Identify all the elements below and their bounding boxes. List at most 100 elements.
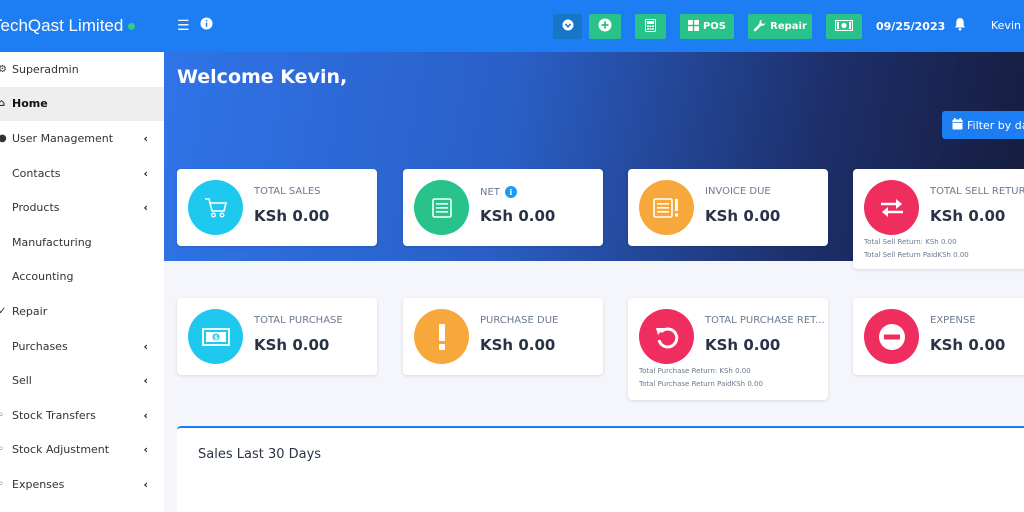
pos-label: POS xyxy=(702,21,727,32)
sidebar-item-superadmin[interactable]: ⚙ Superadmin xyxy=(0,52,164,87)
sidebar-item-expenses[interactable]: ◦ Expenses ‹ xyxy=(0,467,164,502)
card-label-text: TOTAL SELL RETURN xyxy=(930,186,1024,197)
card-label: TOTAL SALES xyxy=(254,186,321,197)
chevron-left-icon: ‹ xyxy=(143,201,148,215)
sidebar-item-label: User Management xyxy=(12,131,114,145)
card-label-text: TOTAL PURCHASE RET... xyxy=(705,315,825,326)
sales-chart-panel: Sales Last 30 Days xyxy=(177,426,1024,512)
wrench-icon: ✓ xyxy=(0,305,7,317)
sidebar-item-stock-adjustment[interactable]: ◦ Stock Adjustment ‹ xyxy=(0,433,164,468)
info-icon[interactable]: i xyxy=(504,186,517,198)
users-icon: ● xyxy=(0,132,7,144)
filter-label: Filter by dat xyxy=(967,118,1024,132)
sidebar-item-manufacturing[interactable]: Manufacturing xyxy=(0,225,164,260)
cash-icon: $ xyxy=(188,309,243,364)
home-icon: ⌂ xyxy=(0,98,6,110)
brand-title: TechQast Limited xyxy=(0,16,124,35)
undo-icon xyxy=(639,309,694,364)
card-label-text: TOTAL PURCHASE xyxy=(254,315,343,326)
sidebar-item-label: Stock Adjustment xyxy=(12,443,110,457)
calculator-icon xyxy=(645,18,656,35)
card-label-text: NET xyxy=(480,186,500,198)
bell-icon[interactable] xyxy=(954,17,966,36)
sidebar-item-home[interactable]: ⌂ Home xyxy=(0,86,164,122)
user-menu[interactable]: Kevin A xyxy=(991,19,1024,32)
card-value: KSh 0.00 xyxy=(480,336,556,354)
card-value: KSh 0.00 xyxy=(254,336,330,354)
card-subtext: Total Sell Return: KSh 0.00 xyxy=(864,238,957,246)
menu-toggle-icon[interactable]: ☰ xyxy=(177,17,190,35)
card-label-text: INVOICE DUE xyxy=(705,186,771,197)
card-value: KSh 0.00 xyxy=(705,207,781,225)
pos-button[interactable]: POS xyxy=(680,14,734,39)
stat-card-purchase-due: PURCHASE DUE KSh 0.00 xyxy=(403,298,603,375)
card-value: KSh 0.00 xyxy=(930,336,1006,354)
card-value: KSh 0.00 xyxy=(930,207,1006,225)
add-button[interactable] xyxy=(589,14,621,39)
sidebar-item-label: Contacts xyxy=(12,166,61,180)
grid-icon xyxy=(687,19,699,34)
filter-by-date-button[interactable]: Filter by dat xyxy=(942,111,1024,139)
card-value: KSh 0.00 xyxy=(254,207,330,225)
svg-text:$: $ xyxy=(213,333,218,341)
sidebar-item-repair[interactable]: ✓ Repair xyxy=(0,294,164,329)
wrench-icon xyxy=(753,19,766,35)
money-icon xyxy=(834,19,854,34)
card-label-text: EXPENSE xyxy=(930,315,976,326)
card-label: PURCHASE DUE xyxy=(480,315,558,326)
info-icon[interactable] xyxy=(200,17,213,35)
stat-card-total-purchase-return: TOTAL PURCHASE RET... KSh 0.00 Total Pur… xyxy=(628,298,828,400)
chevron-left-icon: ‹ xyxy=(143,339,148,353)
card-label: NET i xyxy=(480,186,517,198)
sidebar-item-purchases[interactable]: Purchases ‹ xyxy=(0,329,164,364)
sidebar-item-label: Accounting xyxy=(12,270,74,284)
card-label-text: PURCHASE DUE xyxy=(480,315,559,326)
exchange-icon xyxy=(864,180,919,235)
database-icon: ◦ xyxy=(0,444,4,456)
sidebar-item-label: Stock Transfers xyxy=(12,408,96,422)
chevron-left-icon: ‹ xyxy=(143,477,148,491)
sidebar-item-label: Repair xyxy=(12,304,48,318)
plus-circle-icon xyxy=(598,18,612,35)
list-icon xyxy=(414,180,469,235)
expenses-icon: ◦ xyxy=(0,478,4,490)
truck-icon: ◦ xyxy=(0,409,4,421)
card-subtext: Total Sell Return PaidKSh 0.00 xyxy=(864,251,969,259)
repair-label: Repair xyxy=(770,21,807,32)
stat-card-expense: EXPENSE KSh 0.00 xyxy=(853,298,1024,375)
sidebar-item-label: Manufacturing xyxy=(12,235,92,249)
sidebar-item-accounting[interactable]: Accounting xyxy=(0,260,164,295)
sidebar-item-stock-transfers[interactable]: ◦ Stock Transfers ‹ xyxy=(0,398,164,433)
sidebar-item-contacts[interactable]: Contacts ‹ xyxy=(0,156,164,191)
card-subtext: Total Purchase Return: KSh 0.00 xyxy=(639,367,751,375)
chevron-left-icon: ‹ xyxy=(143,166,148,180)
sidebar-item-user-management[interactable]: ● User Management ‹ xyxy=(0,121,164,156)
chevron-left-icon: ‹ xyxy=(143,408,148,422)
invoice-alert-icon xyxy=(639,180,694,235)
sidebar-item-sell[interactable]: Sell ‹ xyxy=(0,363,164,398)
card-label: INVOICE DUE xyxy=(705,186,771,197)
card-subtext: Total Purchase Return PaidKSh 0.00 xyxy=(639,380,763,388)
brand-header[interactable]: TechQast Limited xyxy=(0,0,164,52)
sidebar-item-label: Superadmin xyxy=(12,62,79,76)
cart-icon xyxy=(188,180,243,235)
calculator-button[interactable] xyxy=(635,14,666,39)
chevron-left-icon: ‹ xyxy=(143,131,148,145)
card-value: KSh 0.00 xyxy=(705,336,781,354)
current-date: 09/25/2023 xyxy=(876,20,946,33)
sidebar-item-label: Sell xyxy=(12,374,32,388)
stat-card-net: NET i KSh 0.00 xyxy=(403,169,603,246)
download-button[interactable] xyxy=(553,14,582,39)
sidebar-item-products[interactable]: Products ‹ xyxy=(0,190,164,225)
stat-card-total-purchase: $ TOTAL PURCHASE KSh 0.00 xyxy=(177,298,377,375)
repair-button[interactable]: Repair xyxy=(748,14,812,39)
download-circle-icon xyxy=(562,19,574,34)
card-label-text: TOTAL SALES xyxy=(254,186,321,197)
online-status-dot xyxy=(128,22,136,30)
chevron-left-icon: ‹ xyxy=(143,374,148,388)
sidebar: ⚙ Superadmin ⌂ Home ● User Management ‹ … xyxy=(0,52,164,512)
top-navbar: ☰ POS Repair 09/25/2023 Kevin xyxy=(164,0,1024,52)
money-button[interactable] xyxy=(826,14,862,39)
welcome-heading: Welcome Kevin, xyxy=(177,66,348,88)
card-label: TOTAL PURCHASE xyxy=(254,315,343,326)
